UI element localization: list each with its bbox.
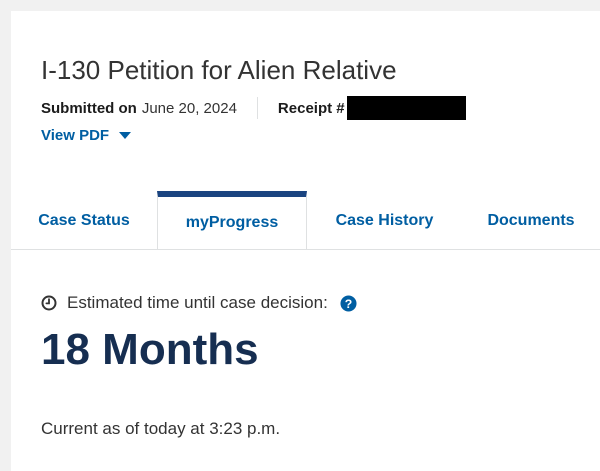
tab-documents[interactable]: Documents — [462, 192, 600, 249]
svg-text:?: ? — [345, 296, 353, 310]
case-card: I-130 Petition for Alien Relative Submit… — [11, 11, 600, 471]
tab-label: Case Status — [38, 211, 130, 229]
clock-icon — [41, 295, 57, 311]
question-circle-icon[interactable]: ? — [340, 294, 357, 312]
estimate-label: Estimated time until case decision: — [67, 293, 328, 312]
tab-label: Case History — [335, 211, 434, 229]
tab-myprogress[interactable]: myProgress — [157, 191, 307, 249]
receipt-number-redacted — [346, 96, 466, 120]
case-tabs: Case Status myProgress Case History Docu… — [11, 191, 600, 250]
caret-down-icon — [119, 132, 132, 139]
estimate-row: Estimated time until case decision: ? — [41, 293, 357, 313]
receipt-label: Receipt # — [277, 99, 345, 117]
tab-label: Documents — [487, 211, 575, 229]
view-pdf-button[interactable]: View PDF — [41, 127, 132, 144]
tab-case-status[interactable]: Case Status — [11, 192, 157, 249]
meta-divider — [256, 97, 258, 119]
submitted-date: June 20, 2024 — [141, 99, 237, 117]
case-title: I-130 Petition for Alien Relative — [41, 55, 397, 85]
current-as-of: Current as of today at 3:23 p.m. — [41, 419, 281, 438]
tab-case-history[interactable]: Case History — [307, 192, 462, 249]
estimated-time-value: 18 Months — [41, 325, 259, 374]
case-meta: Submitted on June 20, 2024 Receipt # — [41, 96, 466, 120]
submitted-label: Submitted on — [41, 99, 137, 117]
tab-label: myProgress — [185, 214, 279, 231]
view-pdf-label: View PDF — [41, 127, 110, 144]
